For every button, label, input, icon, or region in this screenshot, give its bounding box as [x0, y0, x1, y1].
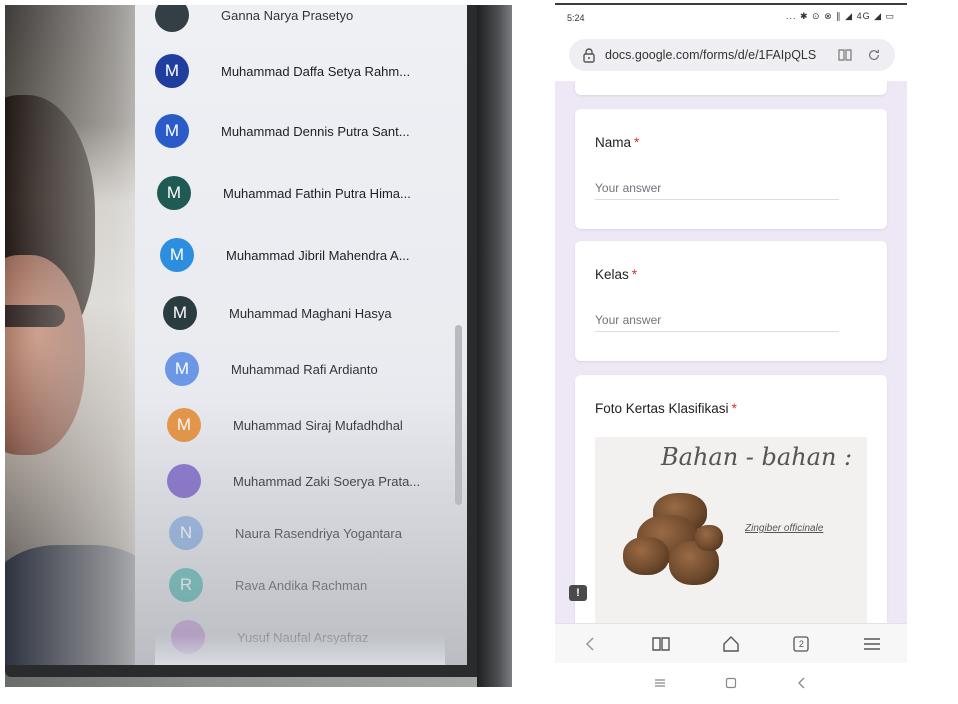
back-button[interactable] — [579, 633, 601, 655]
status-bar: 5:24 ... ✱ ⊙ ⊗ ∥ ◢ 4G ◢ ▭ — [555, 7, 907, 27]
tab-count: 2 — [798, 639, 804, 649]
answer-input-nama[interactable]: Your answer — [595, 181, 839, 200]
status-time: 5:24 — [567, 13, 585, 23]
meeting-photo: Ganna Narya PrasetyoMMuhammad Daffa Sety… — [5, 5, 512, 687]
required-mark: * — [731, 401, 737, 416]
recents-button[interactable] — [651, 674, 669, 692]
meeting-controls-bar — [155, 635, 445, 665]
monitor-screen: Ganna Narya PrasetyoMMuhammad Daffa Sety… — [5, 5, 467, 665]
required-mark: * — [634, 135, 640, 150]
panel-shade — [135, 5, 467, 665]
monitor-edge — [477, 5, 512, 687]
feedback-icon[interactable]: ! — [569, 585, 587, 601]
reader-mode-icon[interactable] — [837, 47, 853, 63]
composite-screenshot: Ganna Narya PrasetyoMMuhammad Daffa Sety… — [0, 0, 958, 704]
book-icon — [651, 636, 670, 651]
url-text[interactable]: docs.google.com/forms/d/e/1FAIpQLS — [605, 48, 829, 62]
chevron-left-icon — [797, 677, 805, 689]
hamburger-icon — [863, 637, 880, 650]
reload-icon[interactable] — [867, 48, 881, 62]
question-card-kelas: Kelas * Your answer — [575, 241, 887, 361]
ginger-piece — [695, 525, 723, 551]
monitor-frame: Ganna Narya PrasetyoMMuhammad Daffa Sety… — [5, 5, 497, 677]
system-navigation-bar — [555, 663, 907, 703]
question-label: Nama — [595, 135, 632, 150]
participants-scrollbar[interactable] — [455, 325, 462, 505]
home-button[interactable] — [720, 633, 742, 655]
home-icon — [723, 635, 739, 652]
top-border — [555, 3, 907, 5]
menu-button[interactable] — [861, 633, 883, 655]
question-label: Foto Kertas Klasifikasi — [595, 401, 729, 416]
status-icons: ... ✱ ⊙ ⊗ ∥ ◢ 4G ◢ ▭ — [786, 11, 895, 21]
question-card-nama: Nama * Your answer — [575, 109, 887, 229]
required-mark: * — [631, 267, 638, 282]
phone-screen: 5:24 ... ✱ ⊙ ⊗ ∥ ◢ 4G ◢ ▭ docs.google.co… — [555, 3, 907, 703]
browser-toolbar: 2 — [555, 623, 907, 663]
question-label: Kelas — [595, 267, 629, 282]
system-home-button[interactable] — [722, 674, 740, 692]
question-image: Bahan - bahan : Zingiber officinale — [595, 437, 867, 635]
square-icon — [725, 677, 737, 689]
previous-card — [575, 81, 887, 95]
chevron-left-icon — [586, 636, 594, 651]
image-heading: Bahan - bahan : — [661, 443, 853, 471]
question-title-foto: Foto Kertas Klasifikasi * — [595, 401, 737, 416]
menu-lines-icon — [655, 679, 666, 687]
bookmarks-button[interactable] — [650, 633, 672, 655]
system-back-button[interactable] — [793, 674, 811, 692]
image-label: Zingiber officinale — [745, 523, 824, 534]
question-card-foto: Foto Kertas Klasifikasi * Bahan - bahan :… — [575, 375, 887, 635]
answer-input-kelas[interactable]: Your answer — [595, 313, 839, 332]
address-bar[interactable]: docs.google.com/forms/d/e/1FAIpQLS — [569, 39, 895, 71]
tabs-button[interactable]: 2 — [790, 633, 812, 655]
question-title-kelas: Kelas * — [595, 267, 637, 282]
question-title-nama: Nama * — [595, 135, 639, 150]
ginger-piece — [623, 537, 669, 575]
lock-icon — [583, 48, 595, 63]
